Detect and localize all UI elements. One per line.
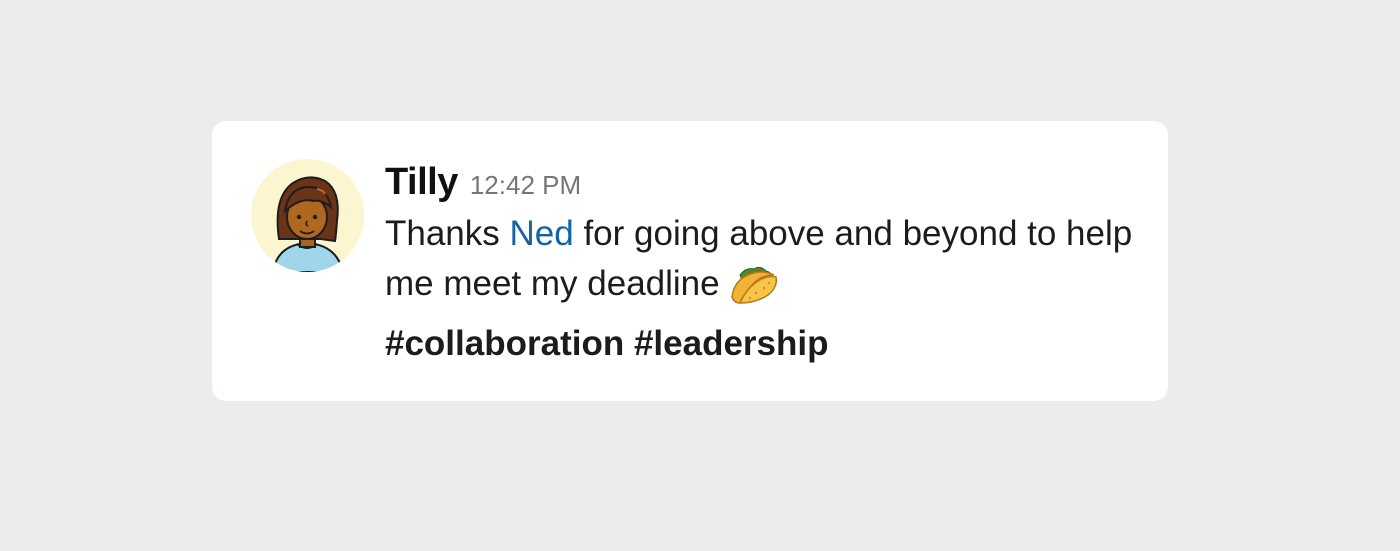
message-timestamp[interactable]: 12:42 PM (470, 170, 581, 201)
message-content: Tilly 12:42 PM Thanks Ned for going abov… (385, 161, 1145, 369)
taco-emoji-icon (726, 261, 780, 319)
author-name[interactable]: Tilly (385, 161, 458, 204)
avatar[interactable] (251, 159, 364, 272)
message-header: Tilly 12:42 PM (385, 161, 1145, 207)
message-body: Thanks Ned for going above and beyond to… (385, 209, 1145, 369)
hashtag-collaboration[interactable]: #collaboration (385, 324, 624, 363)
message-text-start: Thanks (385, 214, 510, 253)
user-mention[interactable]: Ned (510, 214, 574, 253)
user-avatar-illustration (271, 176, 345, 272)
hashtag-leadership[interactable]: #leadership (634, 324, 829, 363)
hashtag-list: #collaboration #leadership (385, 324, 829, 363)
message-card: Tilly 12:42 PM Thanks Ned for going abov… (212, 121, 1168, 401)
